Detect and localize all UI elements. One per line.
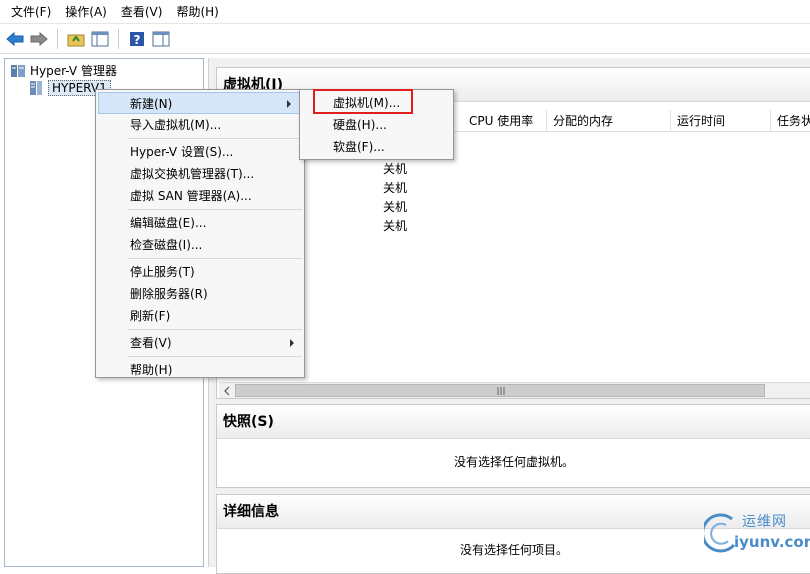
- menu-item-hyperv-settings[interactable]: Hyper-V 设置(S)...: [96, 141, 304, 163]
- tree-item-hyperv-manager[interactable]: Hyper-V 管理器: [11, 62, 117, 79]
- menu-item-new[interactable]: 新建(N): [98, 92, 302, 114]
- toolbar-separator: [118, 29, 119, 49]
- menu-item-label: 查看(V): [130, 336, 172, 350]
- watermark: 运维网 iyunv.com: [704, 505, 804, 561]
- column-uptime[interactable]: 运行时间: [671, 110, 771, 132]
- grip-icon: [496, 387, 506, 395]
- forward-arrow-icon[interactable]: [29, 29, 49, 49]
- menu-item-refresh[interactable]: 刷新(F): [96, 305, 304, 327]
- menu-item-import-vm[interactable]: 导入虚拟机(M)...: [96, 114, 304, 136]
- column-memory[interactable]: 分配的内存: [547, 110, 671, 132]
- watermark-url: iyunv.com: [734, 533, 810, 551]
- menu-help[interactable]: 帮助(H): [169, 0, 225, 24]
- toolbar-separator: [57, 29, 58, 49]
- context-menu: 新建(N) 导入虚拟机(M)... Hyper-V 设置(S)... 虚拟交换机…: [95, 89, 305, 378]
- tree-item-label: Hyper-V 管理器: [30, 62, 117, 79]
- action-pane-icon[interactable]: [151, 29, 171, 49]
- menu-item-stop-service[interactable]: 停止服务(T): [96, 261, 304, 283]
- submenu-arrow-icon: [290, 339, 294, 347]
- vm-state: 关机: [383, 198, 407, 215]
- hyperv-manager-icon: [11, 65, 25, 77]
- back-arrow-icon[interactable]: [5, 29, 25, 49]
- menu-action[interactable]: 操作(A): [58, 0, 114, 24]
- menu-separator: [128, 258, 302, 259]
- menu-item-edit-disk[interactable]: 编辑磁盘(E)...: [96, 212, 304, 234]
- menu-view[interactable]: 查看(V): [114, 0, 170, 24]
- server-icon: [29, 81, 43, 95]
- menu-separator: [128, 138, 302, 139]
- watermark-title: 运维网: [742, 511, 787, 531]
- vm-state: 关机: [383, 217, 407, 234]
- scroll-thumb[interactable]: [235, 384, 765, 397]
- column-cpu[interactable]: CPU 使用率: [463, 110, 547, 132]
- column-task-status[interactable]: 任务状: [771, 110, 810, 132]
- menu-item-label: 新建(N): [130, 97, 172, 111]
- menu-item-inspect-disk[interactable]: 检查磁盘(I)...: [96, 234, 304, 256]
- vm-state: 关机: [383, 160, 407, 177]
- help-icon[interactable]: ?: [127, 29, 147, 49]
- menu-item-help[interactable]: 帮助(H): [96, 359, 304, 381]
- horizontal-scrollbar[interactable]: [219, 382, 810, 398]
- submenu-arrow-icon: [287, 100, 291, 108]
- submenu-item-floppy-disk[interactable]: 软盘(F)...: [300, 136, 453, 158]
- svg-text:?: ?: [134, 33, 141, 47]
- show-hide-tree-icon[interactable]: [90, 29, 110, 49]
- menu-separator: [128, 329, 302, 330]
- menu-item-virtual-san-manager[interactable]: 虚拟 SAN 管理器(A)...: [96, 185, 304, 207]
- menu-bar: 文件(F) 操作(A) 查看(V) 帮助(H): [0, 0, 810, 24]
- empty-message: 没有选择任何虚拟机。: [217, 453, 810, 470]
- menu-item-virtual-switch-manager[interactable]: 虚拟交换机管理器(T)...: [96, 163, 304, 185]
- vm-state: 关机: [383, 179, 407, 196]
- snapshots-panel: 快照(S) 没有选择任何虚拟机。: [216, 404, 810, 488]
- menu-separator: [128, 356, 302, 357]
- menu-item-remove-server[interactable]: 删除服务器(R): [96, 283, 304, 305]
- menu-file[interactable]: 文件(F): [4, 0, 58, 24]
- watermark-logo-icon: [704, 511, 738, 555]
- highlight-annotation: [313, 89, 413, 114]
- panel-title: 快照(S): [217, 405, 810, 439]
- up-folder-icon[interactable]: [66, 29, 86, 49]
- toolbar: ?: [0, 24, 810, 54]
- menu-separator: [128, 209, 302, 210]
- scroll-left-icon[interactable]: [221, 384, 233, 398]
- submenu-item-hard-disk[interactable]: 硬盘(H)...: [300, 114, 453, 136]
- menu-item-view[interactable]: 查看(V): [96, 332, 304, 354]
